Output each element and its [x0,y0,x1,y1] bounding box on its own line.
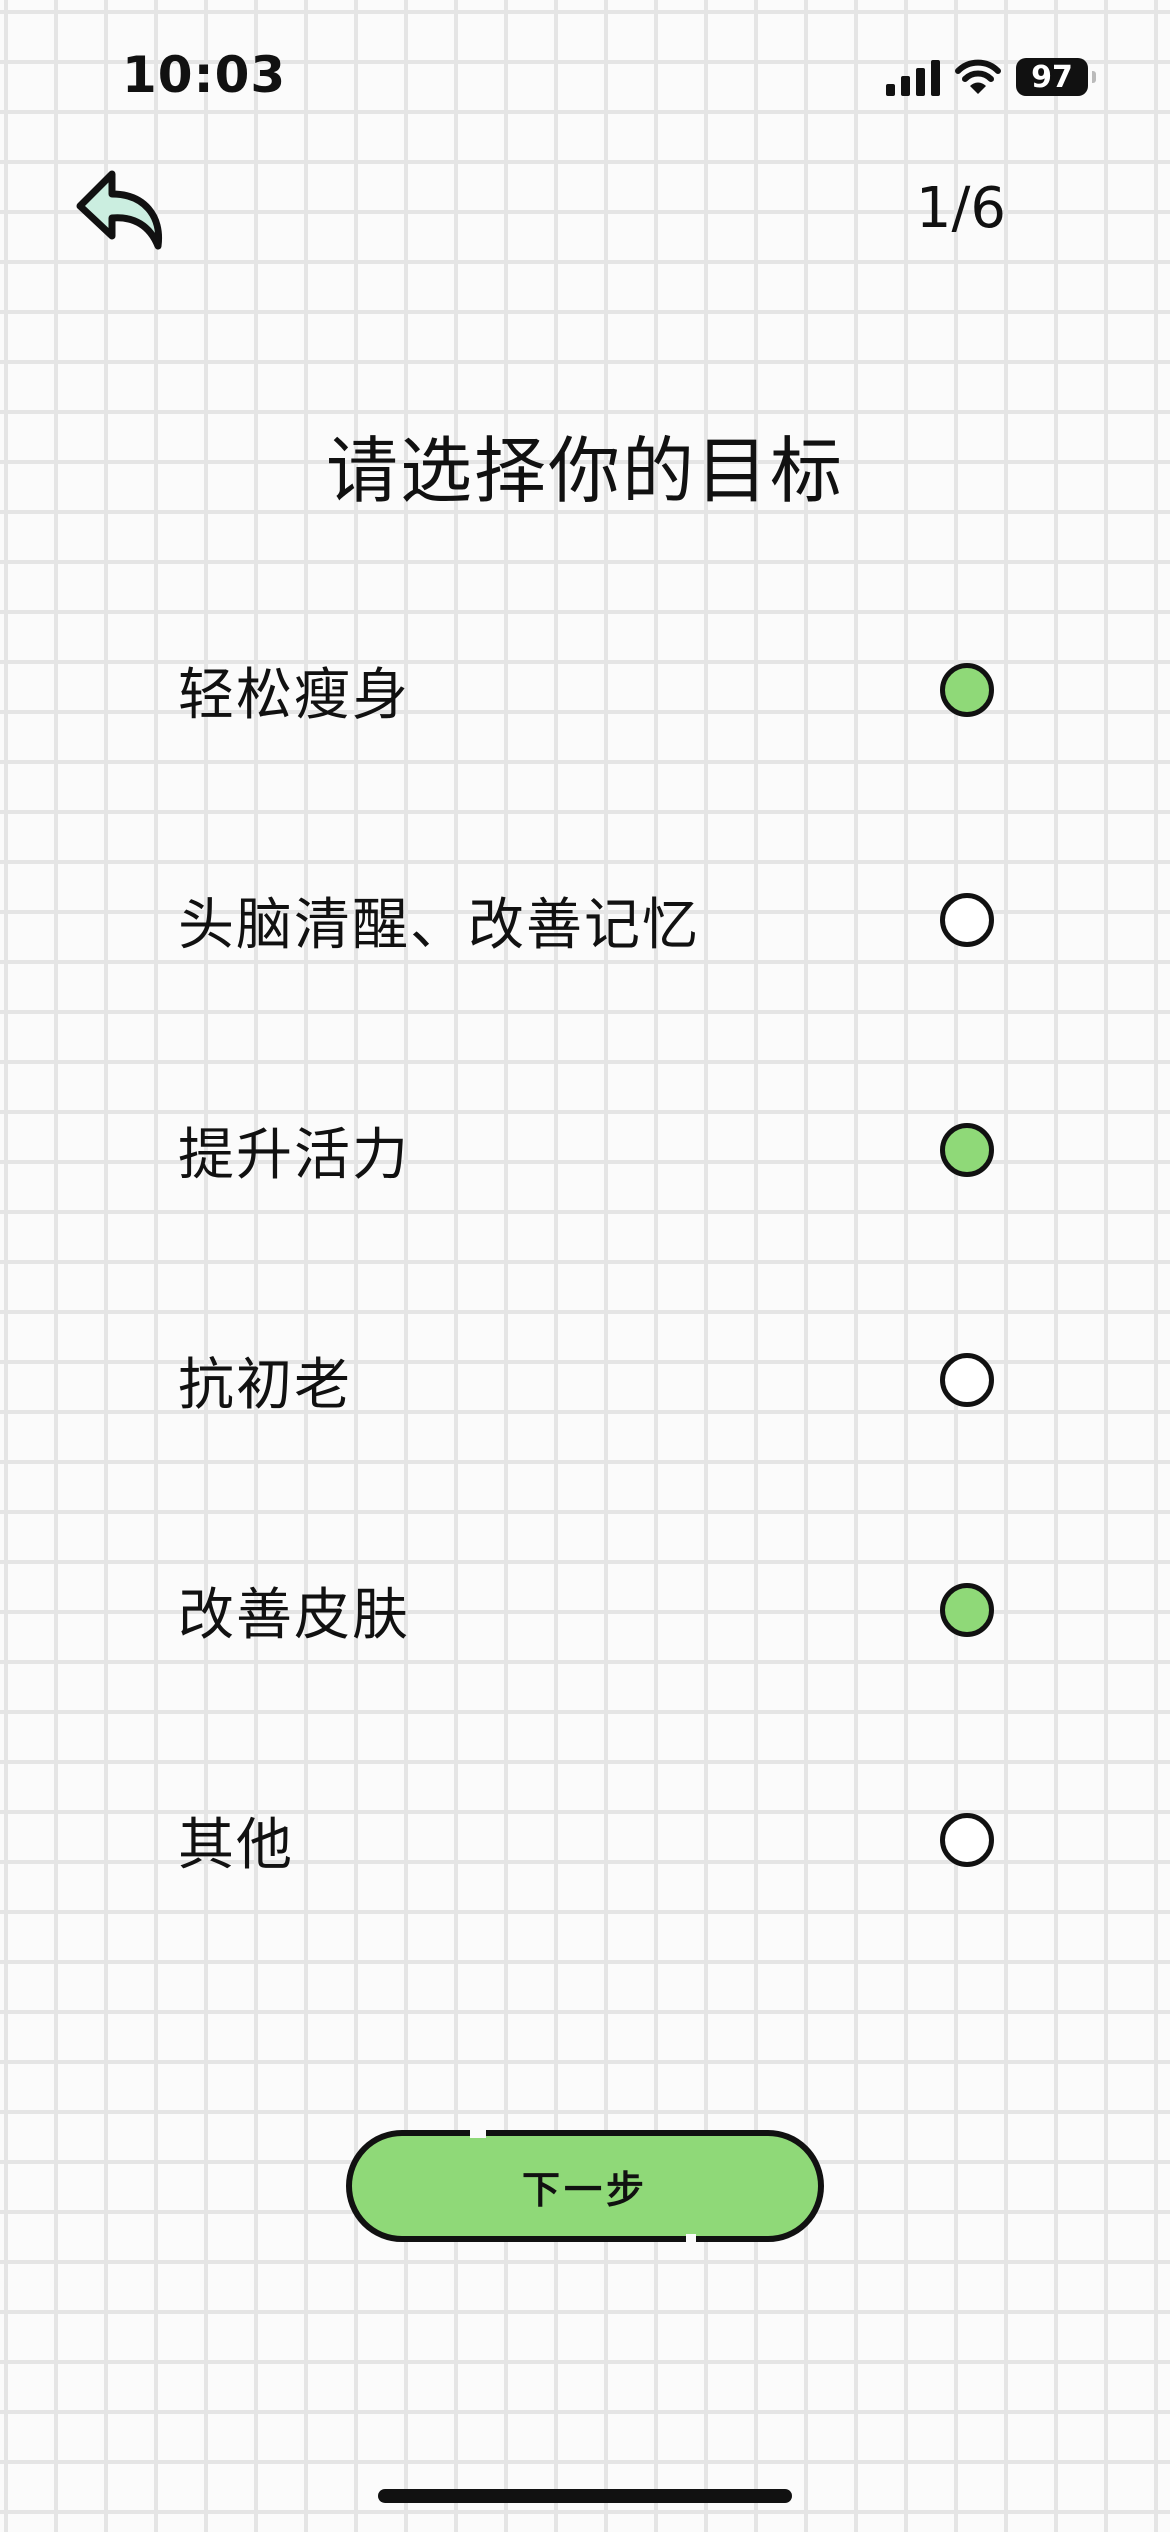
radio-icon[interactable] [940,1353,994,1407]
goal-option[interactable]: 头脑清醒、改善记忆 [178,860,998,980]
status-time: 10:03 [122,46,287,104]
home-indicator[interactable] [378,2489,792,2503]
next-button-label: 下一步 [521,2167,648,2212]
goal-option[interactable]: 其他 [178,1780,998,1900]
radio-icon[interactable] [940,1813,994,1867]
goal-option[interactable]: 提升活力 [178,1090,998,1210]
goal-option[interactable]: 轻松瘦身 [178,630,998,750]
status-icons: 97 [886,56,1096,98]
goal-option-label: 头脑清醒、改善记忆 [178,892,700,958]
button-outline-gap [686,2234,696,2244]
radio-icon[interactable] [940,1123,994,1177]
radio-icon[interactable] [940,893,994,947]
goal-option-label: 提升活力 [178,1122,410,1188]
cellular-signal-icon [886,58,940,96]
next-button[interactable]: 下一步 [346,2128,824,2244]
back-arrow-icon [76,170,163,250]
button-outline-gap [470,2128,486,2138]
status-bar: 10:03 97 [0,0,1170,150]
radio-icon[interactable] [940,663,994,717]
goal-option-label: 抗初老 [178,1352,352,1418]
page-title: 请选择你的目标 [325,429,844,513]
radio-icon[interactable] [940,1583,994,1637]
goal-option[interactable]: 改善皮肤 [178,1550,998,1670]
goal-option-label: 轻松瘦身 [178,662,410,728]
goal-option[interactable]: 抗初老 [178,1320,998,1440]
goal-option-label: 改善皮肤 [178,1582,410,1648]
wifi-icon [955,59,1001,94]
battery-level: 97 [1031,59,1073,95]
step-indicator: 1/6 [915,176,1006,241]
back-button[interactable] [74,166,170,256]
battery-icon: 97 [1016,58,1096,96]
goal-option-label: 其他 [178,1812,294,1878]
